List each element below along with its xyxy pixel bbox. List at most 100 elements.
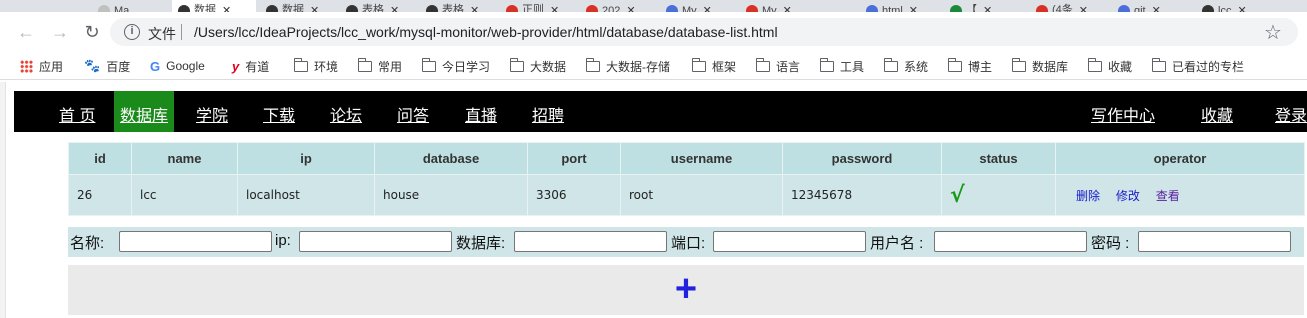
tab-label: 数据 [194, 4, 216, 12]
nav-live[interactable]: 直播 [465, 107, 497, 129]
name-label: 名称: [70, 235, 105, 252]
password-input[interactable] [1138, 231, 1291, 252]
folder-icon [1088, 57, 1102, 72]
tab-favicon [178, 5, 190, 12]
bookmark-folder[interactable]: 数据库 [1012, 57, 1068, 75]
cell-name: lcc [131, 174, 238, 216]
bookmark-folder[interactable]: 已看过的专栏 [1152, 57, 1244, 75]
tab-4[interactable]: 表格 ✕ [420, 0, 494, 12]
close-icon[interactable]: ✕ [909, 4, 918, 12]
bookmark-apps[interactable]: 应用 [20, 57, 63, 75]
bookmark-folder[interactable]: 常用 [358, 57, 402, 75]
close-icon[interactable]: ✕ [983, 4, 992, 12]
reload-icon[interactable]: ↻ [82, 22, 102, 42]
bookmark-folder[interactable]: 框架 [692, 57, 736, 75]
tab-label: My [682, 5, 697, 12]
port-input[interactable] [713, 231, 866, 252]
close-icon[interactable]: ✕ [703, 4, 712, 12]
close-icon[interactable]: ✕ [783, 4, 792, 12]
bookmark-folder[interactable]: 语言 [756, 57, 800, 75]
nav-favorites[interactable]: 收藏 [1201, 107, 1233, 129]
nav-writing-center[interactable]: 写作中心 [1091, 107, 1155, 129]
close-icon[interactable]: ✕ [222, 4, 231, 12]
add-icon[interactable]: + [672, 267, 700, 311]
url-text[interactable]: /Users/lcc/IdeaProjects/lcc_work/mysql-m… [194, 24, 778, 40]
bookmark-folder[interactable]: 收藏 [1088, 57, 1132, 75]
baidu-paw-icon: 🐾 [84, 58, 101, 73]
tab-5[interactable]: 正则 ✕ [500, 0, 574, 12]
bookmark-label: 语言 [776, 59, 801, 74]
tab-label: 表格 [362, 4, 384, 12]
nav-download[interactable]: 下载 [263, 107, 295, 129]
tab-favicon [506, 5, 518, 12]
column-header-username: username [620, 142, 783, 175]
nav-jobs[interactable]: 招聘 [532, 107, 564, 129]
close-icon[interactable]: ✕ [1237, 4, 1246, 12]
port-label: 端口: [671, 235, 706, 252]
nav-qa[interactable]: 问答 [397, 107, 429, 129]
close-icon[interactable]: ✕ [550, 4, 559, 12]
delete-link[interactable]: 删除 [1076, 189, 1100, 203]
tab-9[interactable]: html ✕ [860, 0, 934, 12]
close-icon[interactable]: ✕ [626, 4, 635, 12]
forward-arrow-icon[interactable]: → [50, 22, 70, 42]
table-row: 26 lcc localhost house 3306 root 1234567… [68, 174, 1305, 216]
bookmark-folder[interactable]: 大数据-存储 [586, 57, 670, 75]
bookmark-label: 已看过的专栏 [1172, 59, 1245, 74]
folder-icon [358, 57, 372, 72]
bookmarks-bar: 应用 🐾 百度 G Google y 有道 环境 常用 今日学习 大数据 大数据… [0, 52, 1307, 80]
nav-forum[interactable]: 论坛 [330, 107, 362, 129]
edit-link[interactable]: 修改 [1116, 189, 1140, 203]
close-icon[interactable]: ✕ [310, 4, 319, 12]
ip-input[interactable] [299, 231, 452, 252]
database-input[interactable] [514, 231, 667, 252]
close-icon[interactable]: ✕ [390, 4, 399, 12]
close-icon[interactable]: ✕ [1079, 4, 1088, 12]
bookmark-folder[interactable]: 环境 [294, 57, 338, 75]
info-icon[interactable]: i [124, 24, 140, 40]
username-input[interactable] [934, 231, 1087, 252]
tab-label: 【 [966, 4, 977, 12]
back-arrow-icon[interactable]: ← [16, 22, 36, 42]
bookmark-folder[interactable]: 今日学习 [422, 57, 490, 75]
tab-1-active[interactable]: 数据 ✕ [172, 0, 256, 12]
folder-icon [1152, 57, 1166, 72]
tab-7[interactable]: My ✕ [660, 0, 734, 12]
bookmark-label: 系统 [904, 59, 929, 74]
google-icon: G [150, 58, 161, 74]
cell-database: house [374, 174, 528, 216]
view-link[interactable]: 查看 [1156, 189, 1180, 203]
bookmark-folder[interactable]: 系统 [884, 57, 928, 75]
tab-13[interactable]: lcc ✕ [1196, 0, 1276, 12]
name-input[interactable] [119, 231, 272, 252]
bookmark-folder[interactable]: 博主 [948, 57, 992, 75]
close-icon[interactable]: ✕ [470, 4, 479, 12]
cell-status: √ [941, 174, 1056, 216]
nav-academy[interactable]: 学院 [196, 107, 228, 129]
nav-home[interactable]: 首 页 [59, 107, 95, 129]
bookmark-star-icon[interactable]: ☆ [1264, 20, 1282, 45]
ip-label: ip: [275, 232, 291, 249]
cell-username: root [620, 174, 783, 216]
bookmark-youdao[interactable]: y 有道 [232, 57, 269, 75]
nav-database[interactable]: 数据库 [114, 91, 175, 132]
tab-3[interactable]: 表格 ✕ [340, 0, 414, 12]
site-top-nav: 首 页 数据库 学院 下载 论坛 问答 直播 招聘 写作中心 收藏 登录 [14, 91, 1307, 132]
bookmark-folder[interactable]: 工具 [820, 57, 864, 75]
folder-icon [820, 57, 834, 72]
tab-6[interactable]: 202 ✕ [580, 0, 654, 12]
tab-0[interactable]: Ma [92, 0, 170, 12]
nav-login[interactable]: 登录 [1275, 107, 1307, 129]
tab-8[interactable]: My ✕ [740, 0, 814, 12]
bookmark-google[interactable]: G Google [150, 57, 205, 75]
tab-2[interactable]: 数据 ✕ [260, 0, 334, 12]
address-bar[interactable]: i 文件 /Users/lcc/IdeaProjects/lcc_work/my… [110, 18, 1298, 46]
tab-12[interactable]: git ✕ [1112, 0, 1188, 12]
tab-10[interactable]: 【 ✕ [944, 0, 1018, 12]
bookmark-label: 工具 [840, 59, 865, 74]
bookmark-folder[interactable]: 大数据 [510, 57, 566, 75]
bookmark-baidu[interactable]: 🐾 百度 [84, 57, 130, 75]
tab-label: 数据 [282, 4, 304, 12]
tab-11[interactable]: (4条 ✕ [1030, 0, 1106, 12]
close-icon[interactable]: ✕ [1152, 4, 1161, 12]
